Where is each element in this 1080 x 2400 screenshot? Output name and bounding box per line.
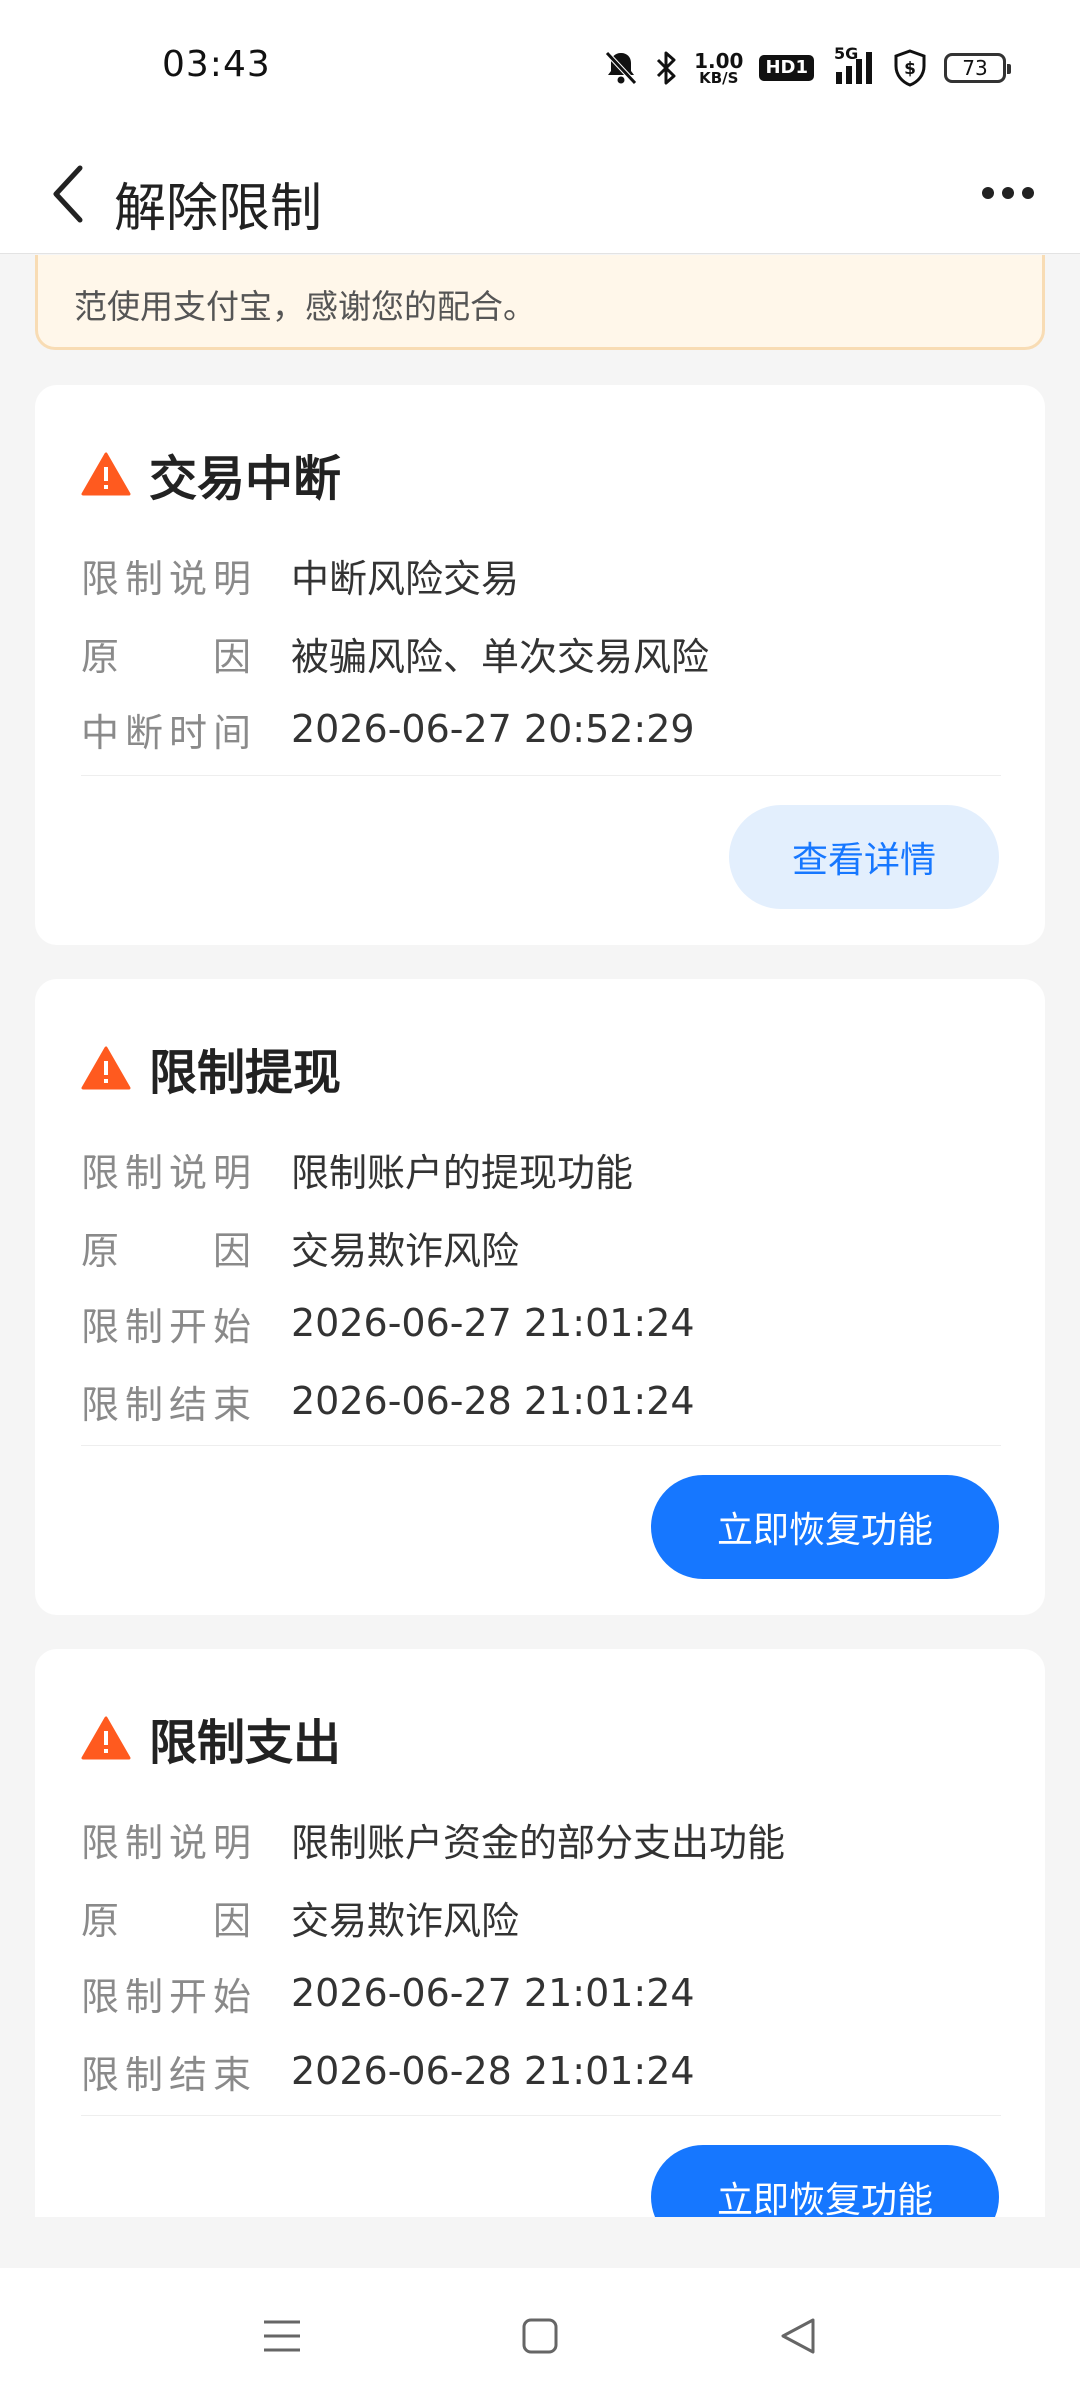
row-value: 限制账户资金的部分支出功能 <box>291 1820 786 1865</box>
row-value: 2026-06-27 21:01:24 <box>291 1971 695 2015</box>
row-value: 中断风险交易 <box>291 556 520 601</box>
view-details-button[interactable]: 查看详情 <box>729 805 999 909</box>
back-button[interactable] <box>28 154 108 234</box>
battery-icon: 73 <box>944 53 1011 83</box>
card-header: 限制提现 <box>81 1033 341 1103</box>
row-value: 2026-06-27 20:52:29 <box>291 707 695 751</box>
nav-back-button[interactable] <box>758 2296 838 2376</box>
row-interrupt-time: 中断时间 2026-06-27 20:52:29 <box>81 699 695 759</box>
divider <box>81 1445 1001 1446</box>
row-label: 中断时间 <box>81 710 251 755</box>
row-value: 被骗风险、单次交易风险 <box>291 634 710 679</box>
hd-badge: HD1 <box>759 55 814 81</box>
row-value: 交易欺诈风险 <box>291 1898 520 1943</box>
row-reason: 原因 被骗风险、单次交易风险 <box>81 623 709 683</box>
row-label: 限制说明 <box>81 1820 251 1865</box>
row-label: 限制开始 <box>81 1974 251 2019</box>
row-end-time: 限制结束 2026-06-28 21:01:24 <box>81 2041 695 2101</box>
row-value: 限制账户的提现功能 <box>291 1150 634 1195</box>
warning-triangle-icon <box>81 1045 131 1091</box>
notice-banner: 范使用支付宝，感谢您的配合。 <box>35 255 1045 350</box>
row-value: 2026-06-28 21:01:24 <box>291 1379 695 1423</box>
card-title: 限制支出 <box>149 1715 342 1771</box>
row-value: 交易欺诈风险 <box>291 1228 520 1273</box>
warning-triangle-icon <box>81 451 131 497</box>
status-icons: 1.00 KB/S HD1 5G $ 73 <box>604 44 1011 90</box>
divider <box>81 2115 1001 2116</box>
row-label: 原因 <box>81 1898 251 1943</box>
row-value: 2026-06-27 21:01:24 <box>291 1301 695 1345</box>
chevron-left-icon <box>53 165 83 223</box>
shield-dollar-icon: $ <box>892 48 928 88</box>
row-end-time: 限制结束 2026-06-28 21:01:24 <box>81 1371 695 1431</box>
page-title: 解除限制 <box>114 179 323 239</box>
row-start-time: 限制开始 2026-06-27 21:01:24 <box>81 1293 695 1353</box>
speed-unit: KB/S <box>699 68 739 87</box>
title-bar: 解除限制 <box>0 136 1080 254</box>
nav-menu-button[interactable] <box>242 2296 322 2376</box>
card-title: 交易中断 <box>149 451 342 507</box>
row-description: 限制说明 限制账户资金的部分支出功能 <box>81 1809 785 1869</box>
row-label: 原因 <box>81 634 251 679</box>
row-label: 原因 <box>81 1228 251 1273</box>
more-dots-icon <box>982 187 994 199</box>
battery-level: 73 <box>962 56 988 80</box>
row-label: 限制结束 <box>81 1382 251 1427</box>
divider <box>81 775 1001 776</box>
content-area[interactable]: 范使用支付宝，感谢您的配合。 交易中断 限制说明 中断风险交易 原因 被骗风险、… <box>0 255 1080 2217</box>
row-label: 限制开始 <box>81 1304 251 1349</box>
restore-function-button[interactable]: 立即恢复功能 <box>651 2145 999 2217</box>
card-header: 交易中断 <box>81 439 341 509</box>
row-reason: 原因 交易欺诈风险 <box>81 1217 519 1277</box>
status-bar: 03:43 1.00 KB/S HD1 5G $ 73 <box>0 0 1080 136</box>
row-value: 2026-06-28 21:01:24 <box>291 2049 695 2093</box>
signal-icon: 5G <box>830 44 876 88</box>
row-description: 限制说明 限制账户的提现功能 <box>81 1139 633 1199</box>
row-label: 限制结束 <box>81 2052 251 2097</box>
network-type: 5G <box>834 44 859 63</box>
row-start-time: 限制开始 2026-06-27 21:01:24 <box>81 1963 695 2023</box>
mute-bell-icon <box>604 48 638 88</box>
row-label: 限制说明 <box>81 556 251 601</box>
menu-icon <box>264 2320 300 2352</box>
system-nav-bar <box>0 2268 1080 2400</box>
row-reason: 原因 交易欺诈风险 <box>81 1887 519 1947</box>
status-time: 03:43 <box>162 44 271 85</box>
more-button[interactable] <box>960 158 1056 228</box>
card-header: 限制支出 <box>81 1703 341 1773</box>
speed-value: 1.00 <box>694 48 744 73</box>
row-description: 限制说明 中断风险交易 <box>81 545 519 605</box>
warning-triangle-icon <box>81 1715 131 1761</box>
row-label: 限制说明 <box>81 1150 251 1195</box>
card-title: 限制提现 <box>149 1045 342 1101</box>
restore-function-button[interactable]: 立即恢复功能 <box>651 1475 999 1579</box>
nav-home-button[interactable] <box>500 2296 580 2376</box>
back-triangle-icon <box>781 2318 815 2354</box>
home-square-icon <box>522 2318 558 2354</box>
card-spending-limit: 限制支出 限制说明 限制账户资金的部分支出功能 原因 交易欺诈风险 限制开始 2… <box>35 1649 1045 2217</box>
card-withdraw-limit: 限制提现 限制说明 限制账户的提现功能 原因 交易欺诈风险 限制开始 2026-… <box>35 979 1045 1615</box>
bluetooth-icon <box>654 48 678 88</box>
notice-text: 范使用支付宝，感谢您的配合。 <box>74 287 536 326</box>
card-trade-interrupt: 交易中断 限制说明 中断风险交易 原因 被骗风险、单次交易风险 中断时间 202… <box>35 385 1045 945</box>
svg-text:$: $ <box>904 59 916 79</box>
network-speed: 1.00 KB/S <box>694 48 743 88</box>
